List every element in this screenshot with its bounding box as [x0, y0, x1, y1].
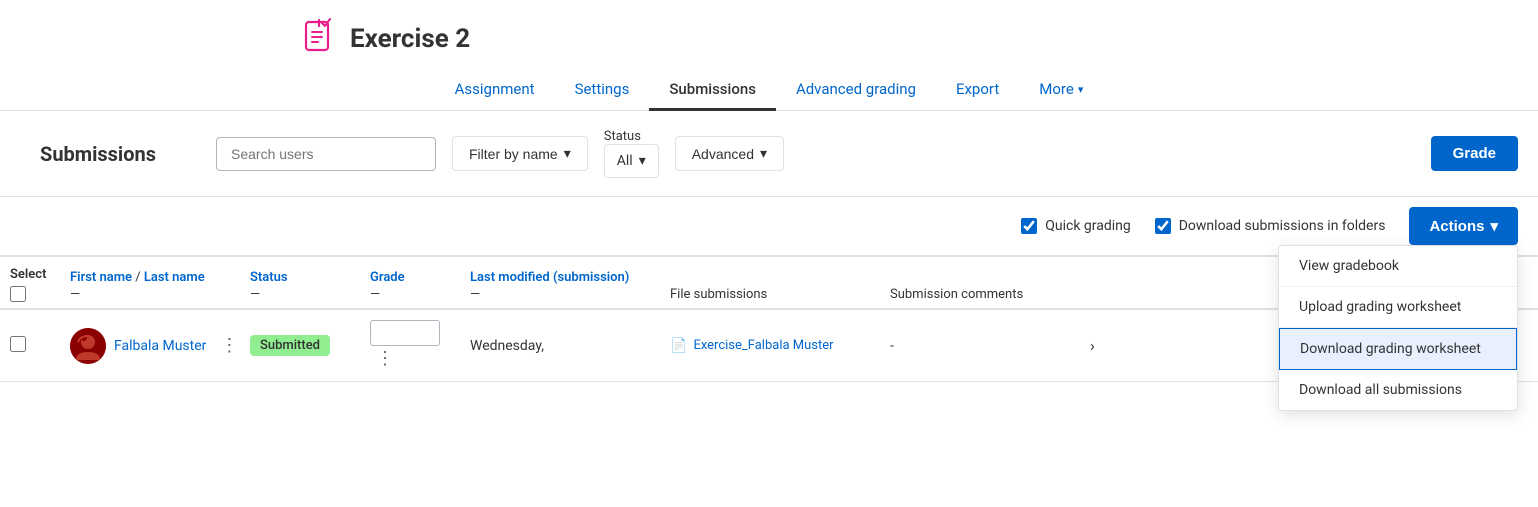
advanced-button[interactable]: Advanced ▾	[675, 136, 784, 171]
search-input-wrap	[216, 137, 436, 171]
avatar	[70, 328, 106, 364]
tab-advanced-grading[interactable]: Advanced grading	[776, 70, 936, 111]
dropdown-item-upload-worksheet[interactable]: Upload grading worksheet	[1279, 287, 1517, 328]
download-folders-option[interactable]: Download submissions in folders	[1155, 218, 1386, 234]
file-cell: 📄 Exercise_Falbala Muster	[670, 338, 890, 354]
last-modified-cell: Wednesday,	[470, 338, 670, 354]
row-select-cell	[10, 336, 70, 356]
chevron-down-icon: ▾	[760, 145, 767, 162]
status-select[interactable]: All ▾	[604, 144, 659, 178]
col-name-link[interactable]: First name	[70, 270, 132, 285]
col-select: Select	[10, 267, 70, 302]
comments-cell: -	[890, 338, 1090, 354]
quick-grading-checkbox[interactable]	[1021, 218, 1037, 234]
quick-grading-option[interactable]: Quick grading	[1021, 218, 1131, 234]
status-badge: Submitted	[250, 335, 330, 356]
chevron-right-icon[interactable]: ›	[1090, 336, 1095, 355]
submissions-bar: Submissions Filter by name ▾ Status All …	[0, 111, 1538, 197]
col-file-submissions: File submissions	[670, 287, 890, 302]
col-grade: Grade —	[370, 270, 470, 302]
user-cell: Falbala Muster ⋮	[70, 328, 250, 364]
download-folders-checkbox[interactable]	[1155, 218, 1171, 234]
col-status-link[interactable]: Status	[250, 270, 288, 285]
page-title: Exercise 2	[350, 24, 470, 54]
filter-by-name-button[interactable]: Filter by name ▾	[452, 136, 588, 171]
col-submission-comments: Submission comments	[890, 287, 1090, 302]
options-row: Quick grading Download submissions in fo…	[0, 197, 1538, 255]
nav-tabs: Assignment Settings Submissions Advanced…	[0, 70, 1538, 111]
chevron-down-icon: ▾	[564, 145, 571, 162]
user-dots-button[interactable]: ⋮	[214, 333, 244, 358]
dropdown-item-download-submissions[interactable]: Download all submissions	[1279, 370, 1517, 410]
file-icon: 📄	[670, 338, 687, 354]
actions-button[interactable]: Actions ▾	[1409, 207, 1518, 245]
status-group: Status All ▾	[604, 129, 659, 178]
tab-more[interactable]: More ▾	[1019, 70, 1103, 111]
status-cell: Submitted	[250, 335, 370, 356]
chevron-down-icon: ▾	[1078, 83, 1084, 96]
tab-submissions[interactable]: Submissions	[649, 70, 776, 111]
page-header: Exercise 2	[0, 0, 1538, 70]
col-lastname-link[interactable]: Last name	[144, 270, 205, 285]
submissions-heading: Submissions	[40, 142, 200, 166]
page-container: Exercise 2 Assignment Settings Submissio…	[0, 0, 1538, 507]
col-name: First name / Last name —	[70, 270, 250, 302]
arrow-cell: ›	[1090, 336, 1170, 355]
chevron-down-icon: ▾	[639, 153, 646, 169]
col-status: Status —	[250, 270, 370, 302]
grade-dots-button[interactable]: ⋮	[370, 346, 400, 371]
user-link[interactable]: Falbala Muster	[114, 338, 206, 354]
file-link[interactable]: Exercise_Falbala Muster	[693, 338, 833, 353]
tab-export[interactable]: Export	[936, 70, 1019, 111]
chevron-down-icon: ▾	[1490, 217, 1498, 235]
assignment-icon	[300, 18, 338, 60]
col-last-modified: Last modified (submission) —	[470, 270, 670, 302]
grade-button[interactable]: Grade	[1431, 136, 1518, 171]
grade-cell: ⋮	[370, 320, 470, 371]
dropdown-item-download-worksheet[interactable]: Download grading worksheet	[1279, 328, 1517, 370]
tab-assignment[interactable]: Assignment	[435, 70, 555, 111]
col-grade-link[interactable]: Grade	[370, 270, 405, 285]
col-lastmod-link[interactable]: Last modified (submission)	[470, 270, 629, 285]
status-label: Status	[604, 129, 641, 144]
dropdown-item-view-gradebook[interactable]: View gradebook	[1279, 246, 1517, 287]
select-all-checkbox[interactable]	[10, 286, 26, 302]
row-checkbox[interactable]	[10, 336, 26, 352]
grade-input[interactable]	[370, 320, 440, 346]
search-input[interactable]	[216, 137, 436, 171]
actions-dropdown-menu: View gradebook Upload grading worksheet …	[1278, 245, 1518, 411]
tab-settings[interactable]: Settings	[555, 70, 650, 111]
